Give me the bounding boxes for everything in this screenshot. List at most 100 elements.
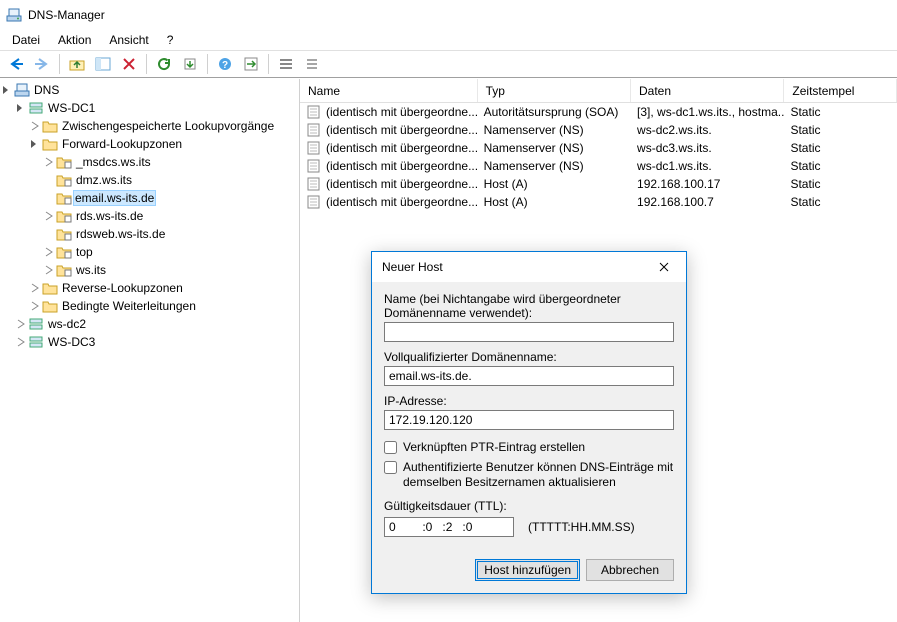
ttl-input[interactable]: [384, 517, 514, 537]
dialog-titlebar[interactable]: Neuer Host: [372, 252, 686, 282]
expander-icon[interactable]: [14, 317, 28, 331]
tree-node-zone[interactable]: _msdcs.ws.its: [0, 153, 299, 171]
app-icon: [6, 7, 22, 23]
record-timestamp: Static: [784, 194, 897, 210]
menu-help[interactable]: ?: [159, 31, 182, 49]
delete-icon[interactable]: [117, 53, 141, 75]
zone-icon: [56, 154, 72, 170]
tree-node-server[interactable]: WS-DC3: [0, 333, 299, 351]
record-row[interactable]: (identisch mit übergeordne... Namenserve…: [300, 139, 897, 157]
menu-action[interactable]: Aktion: [50, 31, 99, 49]
details-view-icon[interactable]: [274, 53, 298, 75]
export-list-icon[interactable]: [178, 53, 202, 75]
menu-view[interactable]: Ansicht: [101, 31, 156, 49]
server-icon: [28, 316, 44, 332]
record-row[interactable]: (identisch mit übergeordne... Autoritäts…: [300, 103, 897, 121]
action-create-icon[interactable]: [239, 53, 263, 75]
expander-icon[interactable]: [28, 299, 42, 313]
tree-node-zone[interactable]: top: [0, 243, 299, 261]
toolbar-separator: [146, 54, 147, 74]
tree-label: Reverse-Lookupzonen: [62, 281, 183, 295]
dialog-footer: Host hinzufügen Abbrechen: [372, 549, 686, 593]
auth-users-checkbox[interactable]: [384, 461, 397, 474]
menubar: Datei Aktion Ansicht ?: [0, 30, 897, 50]
ttl-label: Gültigkeitsdauer (TTL):: [384, 499, 674, 513]
toolbar-separator: [268, 54, 269, 74]
record-type: Namenserver (NS): [478, 140, 631, 156]
tree-node-zone[interactable]: rds.ws-its.de: [0, 207, 299, 225]
record-row[interactable]: (identisch mit übergeordne... Namenserve…: [300, 157, 897, 175]
expander-icon[interactable]: [0, 83, 14, 97]
record-name: (identisch mit übergeordne...: [326, 177, 478, 191]
expander-icon[interactable]: [28, 137, 42, 151]
up-folder-icon[interactable]: [65, 53, 89, 75]
record-name: (identisch mit übergeordne...: [326, 195, 478, 209]
name-input[interactable]: [384, 322, 674, 342]
record-data: ws-dc2.ws.its.: [631, 122, 784, 138]
tree-label: Zwischengespeicherte Lookupvorgänge: [62, 119, 274, 133]
list-body: (identisch mit übergeordne... Autoritäts…: [300, 103, 897, 211]
record-data: [3], ws-dc1.ws.its., hostma...: [631, 104, 784, 120]
fqdn-input: [384, 366, 674, 386]
svg-text:?: ?: [222, 60, 228, 71]
folder-icon: [42, 118, 58, 134]
tree-label: DNS: [34, 83, 59, 97]
record-icon: [306, 140, 322, 156]
column-data[interactable]: Daten: [631, 79, 784, 102]
expander-icon[interactable]: [42, 155, 56, 169]
record-row[interactable]: (identisch mit übergeordne... Host (A) 1…: [300, 175, 897, 193]
add-host-button[interactable]: Host hinzufügen: [475, 559, 580, 581]
tree-node-dns-root[interactable]: DNS: [0, 81, 299, 99]
toolbar: ?: [0, 50, 897, 78]
record-timestamp: Static: [784, 176, 897, 192]
fqdn-label: Vollqualifizierter Domänenname:: [384, 350, 674, 364]
tree-node-zone[interactable]: ws.its: [0, 261, 299, 279]
expander-icon[interactable]: [14, 335, 28, 349]
record-type: Host (A): [478, 194, 631, 210]
ptr-checkbox[interactable]: [384, 441, 397, 454]
tree-node-forward[interactable]: Forward-Lookupzonen: [0, 135, 299, 153]
expander-icon[interactable]: [42, 263, 56, 277]
tree-node-zone[interactable]: dmz.ws.its: [0, 171, 299, 189]
column-timestamp[interactable]: Zeitstempel: [784, 79, 897, 102]
help-icon[interactable]: ?: [213, 53, 237, 75]
expander-icon[interactable]: [42, 245, 56, 259]
record-row[interactable]: (identisch mit übergeordne... Namenserve…: [300, 121, 897, 139]
list-view-icon[interactable]: [300, 53, 324, 75]
expander-icon[interactable]: [14, 101, 28, 115]
tree-label: _msdcs.ws.its: [76, 155, 151, 169]
record-name: (identisch mit übergeordne...: [326, 159, 478, 173]
ip-input[interactable]: [384, 410, 674, 430]
tree-pane[interactable]: DNS WS-DC1 Zwischengespeicherte Lookupvo…: [0, 79, 300, 622]
record-icon: [306, 122, 322, 138]
menu-file[interactable]: Datei: [4, 31, 48, 49]
tree-node-server[interactable]: ws-dc2: [0, 315, 299, 333]
tree-label: dmz.ws.its: [76, 173, 132, 187]
expander-icon[interactable]: [28, 281, 42, 295]
ptr-checkbox-label[interactable]: Verknüpften PTR-Eintrag erstellen: [403, 440, 674, 456]
show-hide-tree-icon[interactable]: [91, 53, 115, 75]
nav-forward-icon[interactable]: [30, 53, 54, 75]
record-timestamp: Static: [784, 104, 897, 120]
tree-node-zone[interactable]: rdsweb.ws-its.de: [0, 225, 299, 243]
column-type[interactable]: Typ: [478, 79, 631, 102]
folder-open-icon: [42, 136, 58, 152]
record-row[interactable]: (identisch mit übergeordne... Host (A) 1…: [300, 193, 897, 211]
record-data: 192.168.100.7: [631, 194, 784, 210]
tree-node-zone[interactable]: email.ws-its.de: [0, 189, 299, 207]
column-name[interactable]: Name: [300, 79, 478, 102]
record-icon: [306, 194, 322, 210]
tree-node-reverse[interactable]: Reverse-Lookupzonen: [0, 279, 299, 297]
refresh-icon[interactable]: [152, 53, 176, 75]
ip-label: IP-Adresse:: [384, 394, 674, 408]
tree-node-server[interactable]: WS-DC1: [0, 99, 299, 117]
auth-users-checkbox-label[interactable]: Authentifizierte Benutzer können DNS-Ein…: [403, 460, 674, 491]
expander-icon[interactable]: [28, 119, 42, 133]
nav-back-icon[interactable]: [4, 53, 28, 75]
tree-node-cached[interactable]: Zwischengespeicherte Lookupvorgänge: [0, 117, 299, 135]
close-icon[interactable]: [641, 253, 686, 282]
tree-label: ws-dc2: [48, 317, 86, 331]
tree-node-conditional[interactable]: Bedingte Weiterleitungen: [0, 297, 299, 315]
cancel-button[interactable]: Abbrechen: [586, 559, 674, 581]
expander-icon[interactable]: [42, 209, 56, 223]
